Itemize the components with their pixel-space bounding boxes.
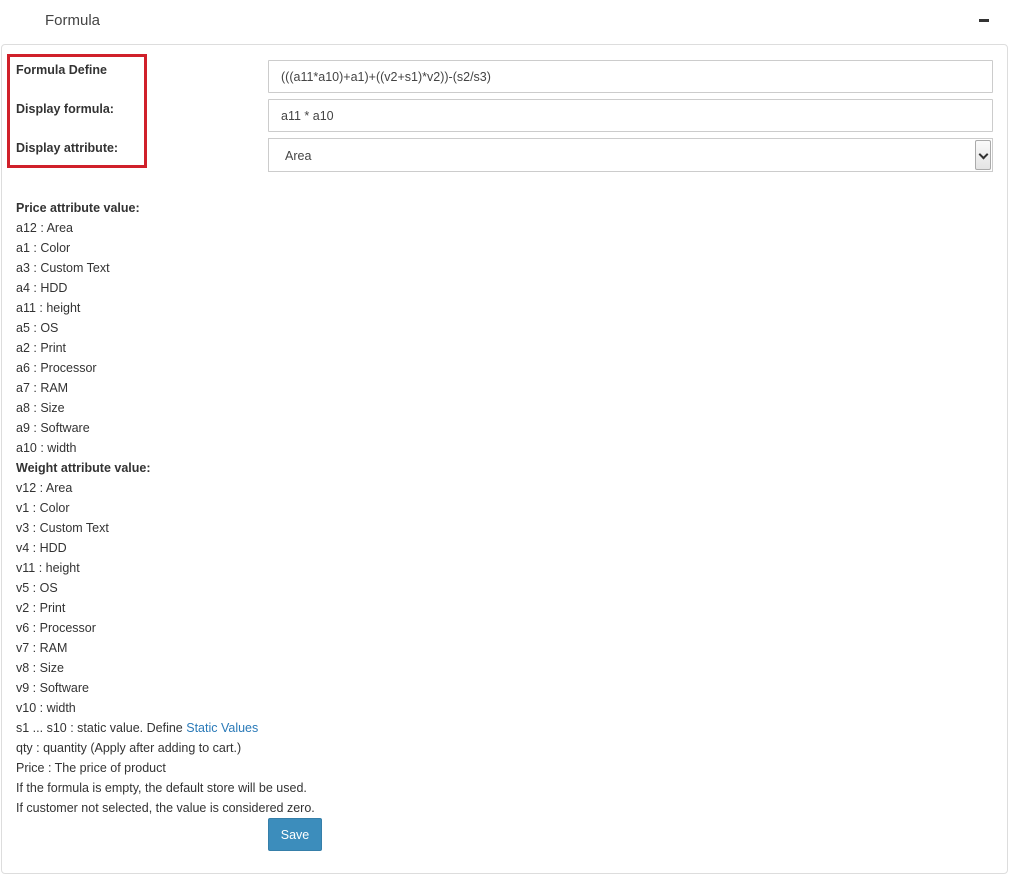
weight-attribute-item: v7 : RAM xyxy=(16,641,68,655)
price-attribute-item: a9 : Software xyxy=(16,421,90,435)
weight-attribute-heading: Weight attribute value: xyxy=(16,461,151,475)
select-arrow-button[interactable] xyxy=(975,140,991,170)
weight-attribute-item: v8 : Size xyxy=(16,661,64,675)
price-attribute-item: a1 : Color xyxy=(16,241,71,255)
empty-formula-note: If the formula is empty, the default sto… xyxy=(16,781,307,795)
weight-attribute-item: v9 : Software xyxy=(16,681,89,695)
static-values-note-text: s1 ... s10 : static value. Define xyxy=(16,721,187,735)
display-attribute-label: Display attribute: xyxy=(16,141,119,155)
price-attribute-item: a12 : Area xyxy=(16,221,73,235)
minus-icon[interactable] xyxy=(979,19,989,22)
formula-define-input[interactable] xyxy=(268,60,993,93)
formula-define-label: Formula Define xyxy=(16,63,107,77)
weight-attribute-item: v3 : Custom Text xyxy=(16,521,109,535)
save-button[interactable]: Save xyxy=(268,818,322,851)
weight-attribute-item: v10 : width xyxy=(16,701,76,715)
display-attribute-select[interactable]: Area xyxy=(268,138,993,172)
panel-title: Formula xyxy=(45,12,101,29)
price-attribute-item: a8 : Size xyxy=(16,401,65,415)
weight-attribute-item: v5 : OS xyxy=(16,581,58,595)
static-values-note: s1 ... s10 : static value. Define Static… xyxy=(16,718,315,738)
price-attribute-item: a10 : width xyxy=(16,441,77,455)
display-formula-input[interactable] xyxy=(268,99,993,132)
attribute-legend: Price attribute value: a12 : Area a1 : C… xyxy=(16,198,315,818)
customer-note: If customer not selected, the value is c… xyxy=(16,801,315,815)
price-attribute-item: a2 : Print xyxy=(16,341,67,355)
qty-note: qty : quantity (Apply after adding to ca… xyxy=(16,741,242,755)
chevron-down-icon xyxy=(978,149,989,160)
price-attribute-item: a4 : HDD xyxy=(16,281,68,295)
weight-attribute-item: v12 : Area xyxy=(16,481,73,495)
panel-header: Formula xyxy=(0,0,1009,44)
weight-attribute-item: v4 : HDD xyxy=(16,541,67,555)
price-attribute-item: a5 : OS xyxy=(16,321,59,335)
price-attribute-item: a11 : height xyxy=(16,301,81,315)
weight-attribute-item: v6 : Processor xyxy=(16,621,96,635)
display-attribute-selected-value: Area xyxy=(285,149,312,163)
price-attribute-item: a3 : Custom Text xyxy=(16,261,110,275)
weight-attribute-item: v1 : Color xyxy=(16,501,70,515)
weight-attribute-item: v2 : Print xyxy=(16,601,66,615)
weight-attribute-item: v11 : height xyxy=(16,561,80,575)
price-attribute-item: a6 : Processor xyxy=(16,361,97,375)
price-attribute-heading: Price attribute value: xyxy=(16,201,140,215)
static-values-link[interactable]: Static Values xyxy=(186,721,258,735)
display-formula-label: Display formula: xyxy=(16,102,114,116)
price-note: Price : The price of product xyxy=(16,761,166,775)
price-attribute-item: a7 : RAM xyxy=(16,381,69,395)
